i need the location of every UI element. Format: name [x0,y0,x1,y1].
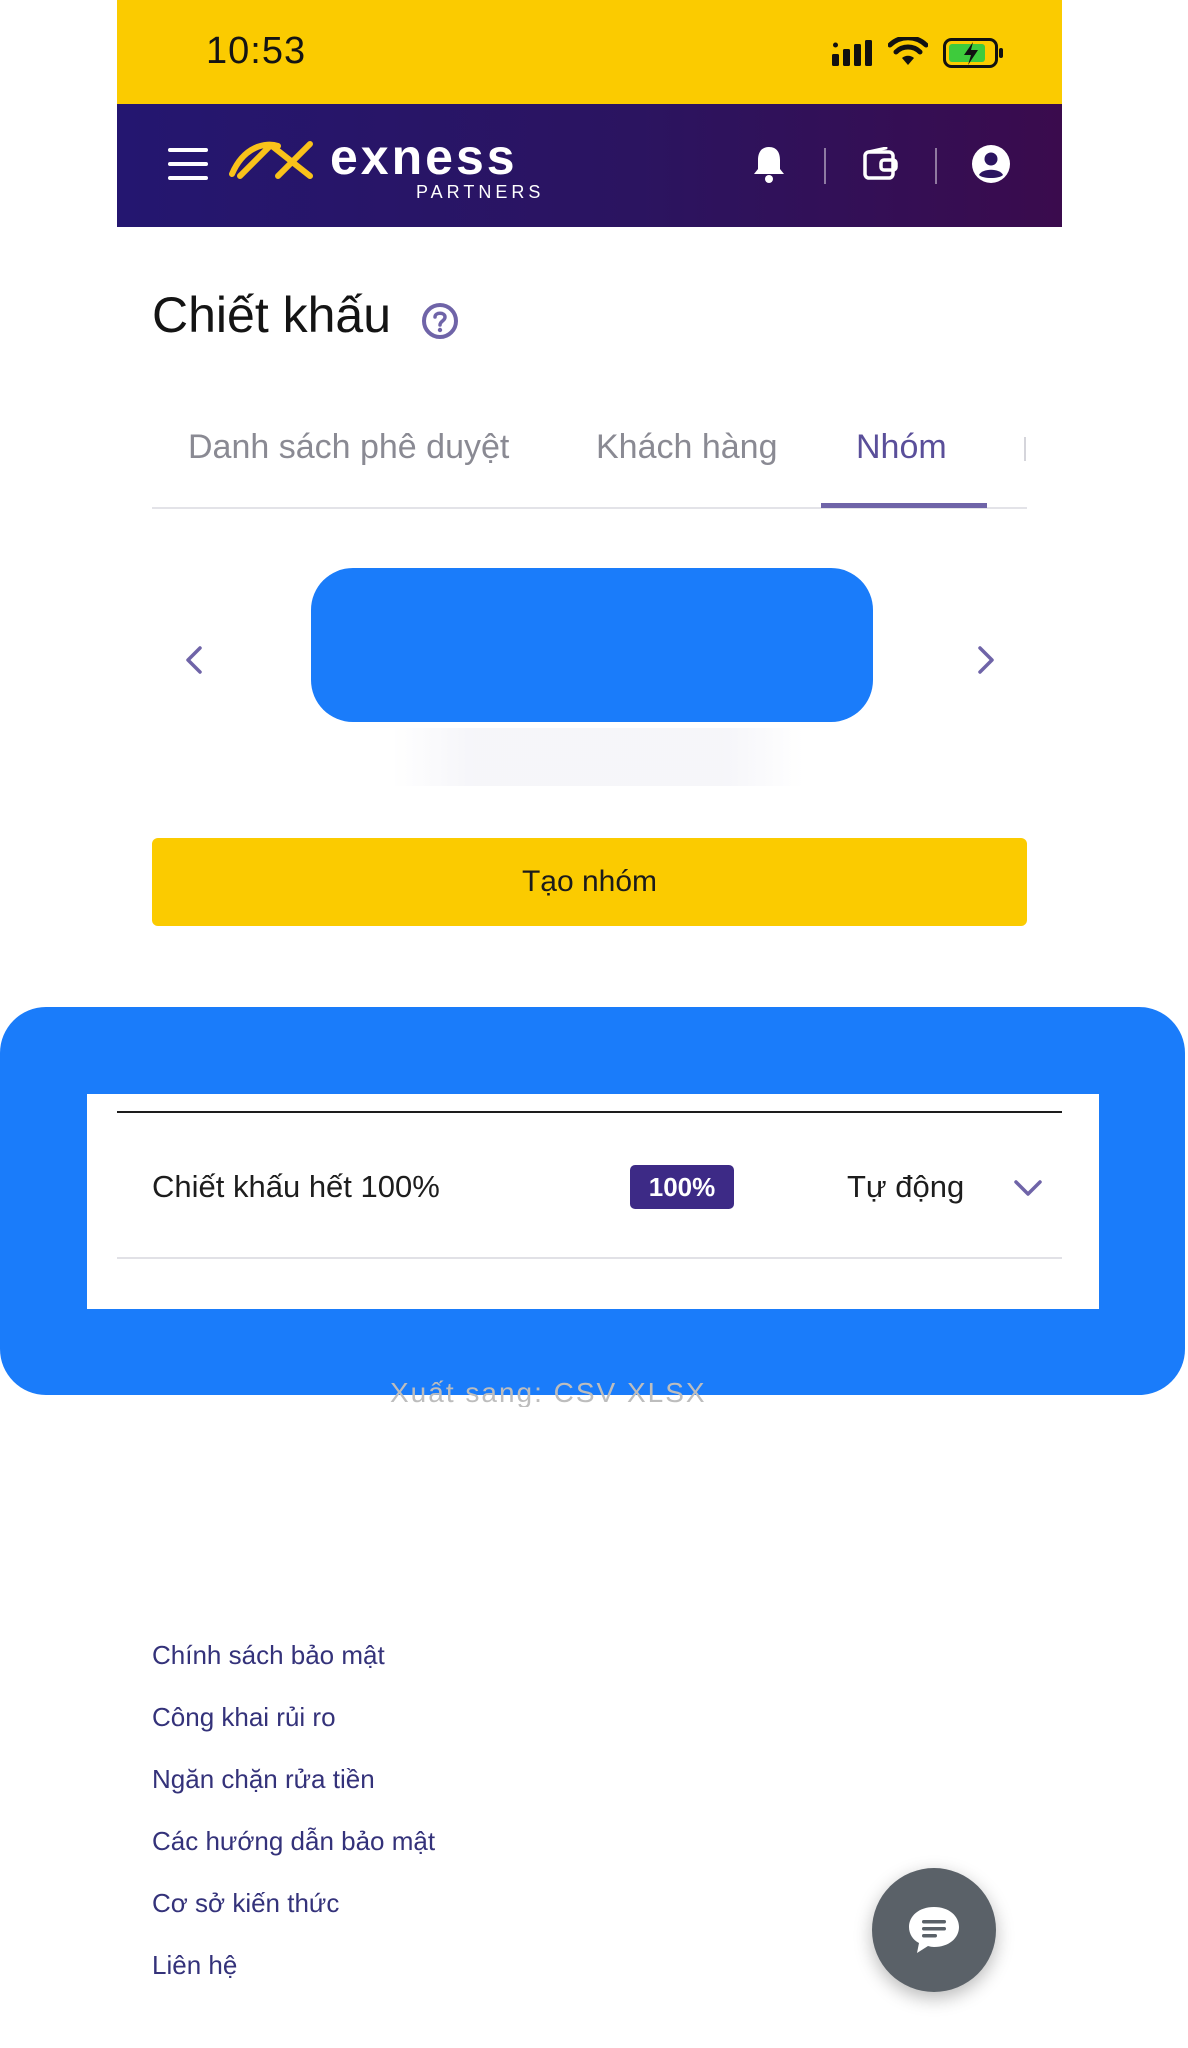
exness-logo-mark [229,141,313,179]
rebate-row-top-border [117,1111,1062,1113]
footer-link-anti-money-laundering[interactable]: Ngăn chặn rửa tiền [152,1764,375,1795]
status-time: 10:53 [206,30,307,72]
footer-link-knowledge-base[interactable]: Cơ sở kiến thức [152,1888,339,1919]
chevron-down-icon[interactable] [1010,1173,1046,1203]
faint-carousel-text [392,728,804,786]
menu-icon[interactable] [168,148,208,180]
footer-link-privacy-policy[interactable]: Chính sách bảo mật [152,1640,385,1671]
footer-link-security-guidelines[interactable]: Các hướng dẫn bảo mật [152,1826,435,1857]
header-divider [824,148,826,184]
brand-name: exness [330,129,518,185]
redacted-group-name [311,568,873,722]
chevron-right-icon[interactable] [964,640,1004,680]
chevron-left-icon[interactable] [176,640,216,680]
help-icon[interactable] [421,302,459,340]
signal-icon [832,40,872,66]
rebate-name: Chiết khấu hết 100% [152,1169,440,1204]
rebate-mode: Tự động [847,1169,965,1204]
wifi-icon [888,37,928,65]
bell-icon[interactable] [752,144,786,184]
active-tab-indicator [821,503,987,508]
create-group-button[interactable]: Tạo nhóm [152,838,1027,926]
page-title: Chiết khấu [152,287,392,343]
header-divider [935,148,937,184]
brand-subtitle: PARTNERS [416,182,545,202]
footer-link-contact[interactable]: Liên hệ [152,1950,237,1981]
tab-groups[interactable]: Nhóm [856,428,947,467]
live-chat-button[interactable] [872,1868,996,1992]
account-icon[interactable] [971,144,1011,184]
tab-overflow-indicator [1024,437,1026,461]
footer-link-risk-disclosure[interactable]: Công khai rủi ro [152,1702,336,1733]
battery-charging-icon [943,38,1003,68]
rebate-percent-badge: 100% [630,1165,734,1209]
rebate-row-bottom-border [117,1257,1062,1259]
chat-bubble-icon [909,1907,959,1953]
wallet-icon[interactable] [862,147,898,181]
tab-approval-list[interactable]: Danh sách phê duyệt [188,428,509,467]
tab-clients[interactable]: Khách hàng [596,428,778,467]
